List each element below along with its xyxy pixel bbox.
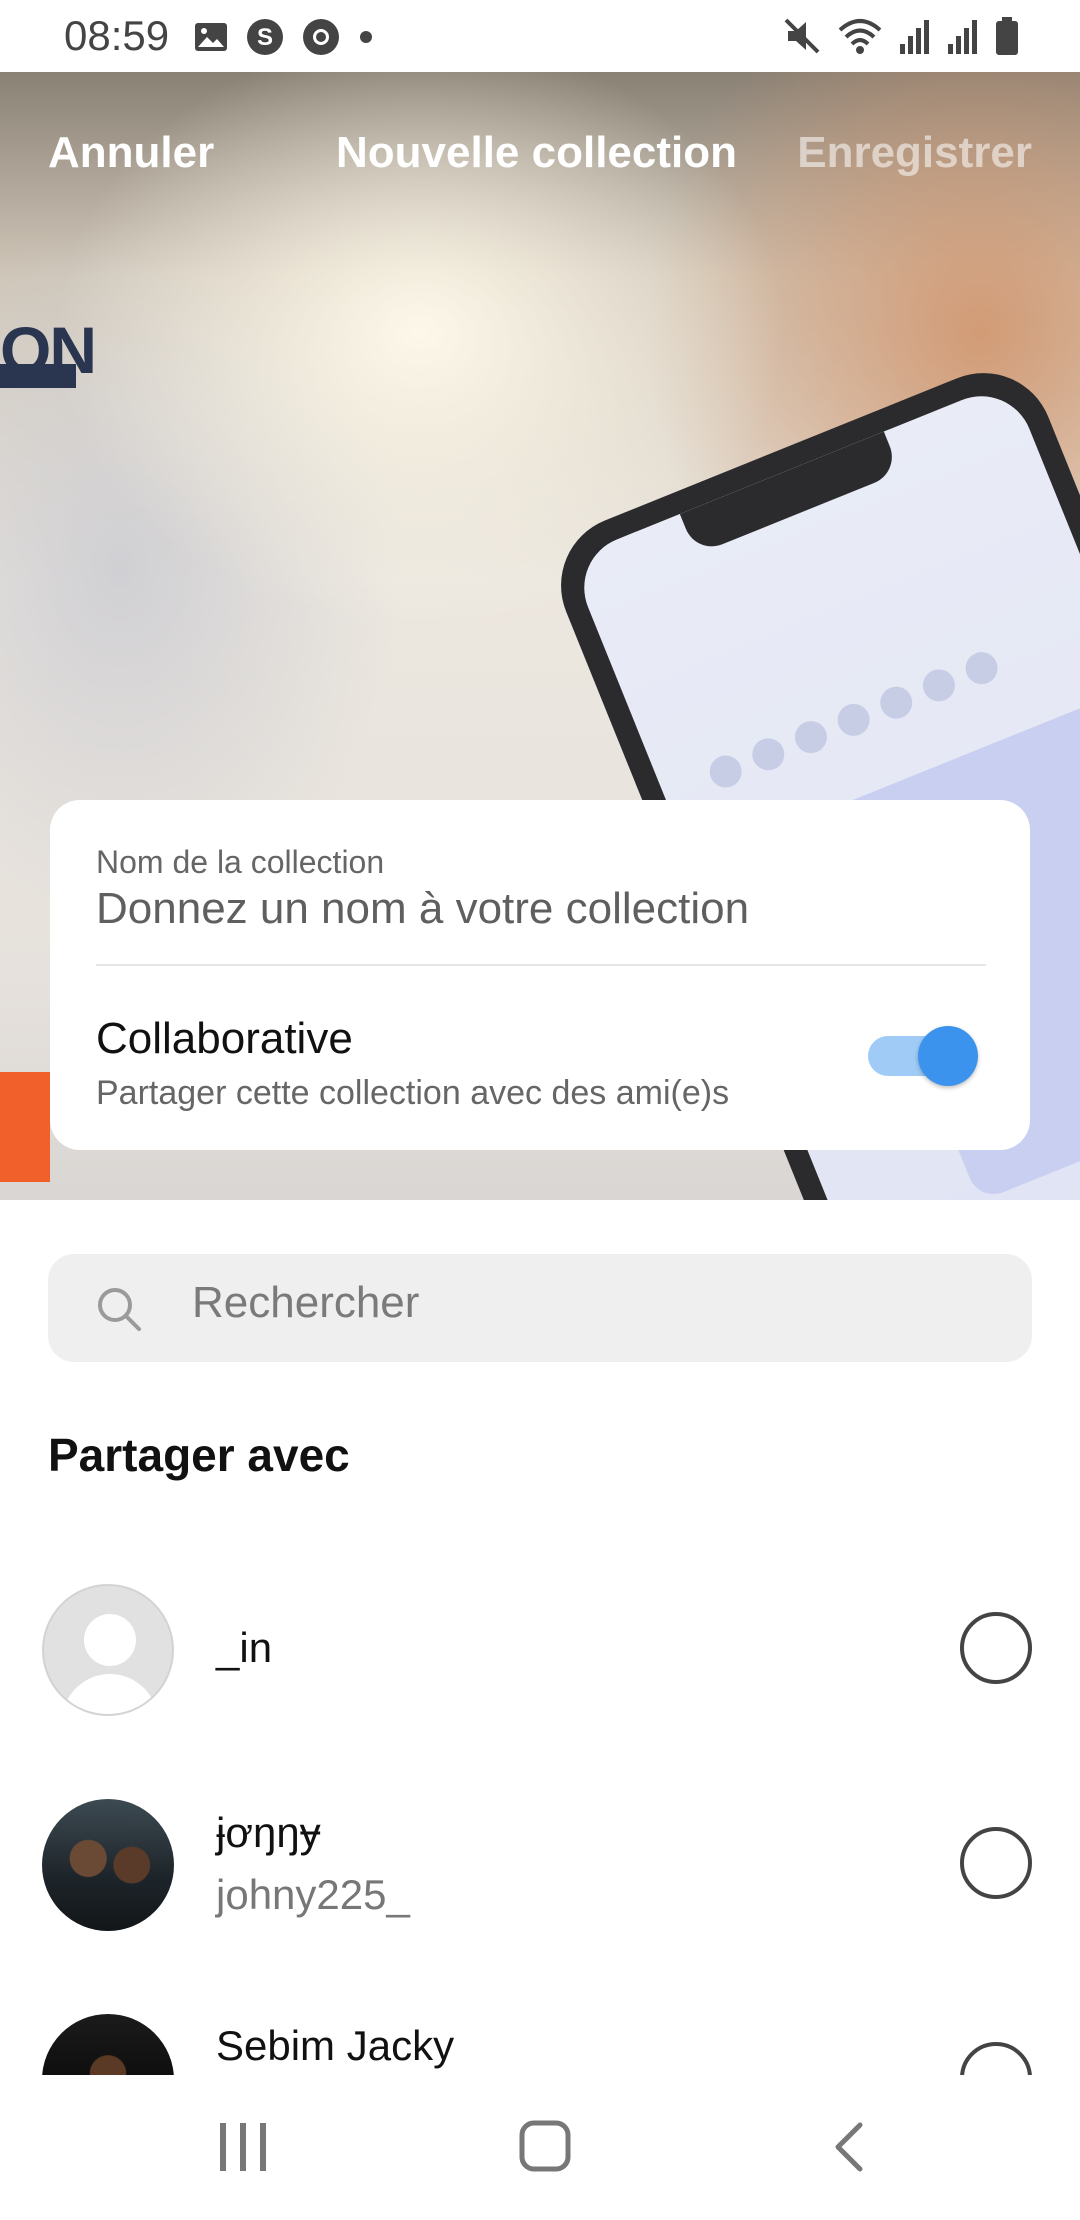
collaborative-subtitle: Partager cette collection avec des ami(e… [96, 1074, 730, 1112]
collaborative-title: Collaborative [96, 1014, 353, 1063]
share-section-title: Partager avec [48, 1429, 350, 1481]
battery-icon [994, 16, 1020, 61]
save-button[interactable]: Enregistrer [797, 128, 1032, 178]
back-icon[interactable] [828, 2119, 868, 2180]
status-right-icons [782, 16, 1020, 61]
collection-form-card: Nom de la collection Collaborative Parta… [50, 800, 1030, 1150]
list-item[interactable]: Sebim Jacky [0, 2002, 1080, 2075]
status-time: 08:59 [64, 12, 170, 59]
s-app-icon: S [246, 18, 284, 61]
signal-icon [946, 16, 980, 61]
mute-icon [782, 16, 822, 61]
divider [96, 964, 986, 966]
wifi-icon [836, 16, 884, 61]
avatar [42, 1799, 174, 1931]
status-left-icons: S [194, 18, 374, 61]
select-radio[interactable] [960, 1827, 1032, 1899]
system-nav-bar [0, 2075, 1080, 2220]
list-item[interactable]: _in [0, 1572, 1080, 1742]
collection-name-label: Nom de la collection [96, 844, 385, 880]
list-item[interactable]: ɉơŋŋɏ johny225_ [0, 1787, 1080, 1957]
cover-decor-orange [0, 1072, 50, 1182]
recent-apps-icon[interactable] [218, 2119, 268, 2180]
search-bar[interactable] [48, 1254, 1032, 1362]
contact-name: Sebim Jacky [216, 2022, 455, 2069]
contact-name: _in [216, 1624, 273, 1671]
svg-text:S: S [257, 24, 273, 51]
image-icon [194, 22, 228, 57]
select-radio[interactable] [960, 2042, 1032, 2075]
search-icon [94, 1284, 144, 1339]
chrome-icon [302, 18, 340, 61]
avatar [42, 2014, 174, 2075]
page-title: Nouvelle collection [336, 128, 737, 177]
toggle-knob [918, 1026, 978, 1086]
collaborative-toggle[interactable] [868, 1024, 978, 1086]
contact-name: ɉơŋŋɏ [216, 1809, 321, 1856]
dot-icon [358, 29, 374, 50]
contacts-list: _in ɉơŋŋɏ johny225_ Sebim Jacky [0, 1560, 1080, 2075]
header-bar: Annuler Nouvelle collection Enregistrer [0, 110, 1080, 200]
cancel-button[interactable]: Annuler [48, 128, 214, 178]
signal-icon [898, 16, 932, 61]
home-icon[interactable] [518, 2119, 574, 2180]
cover-logo-sub [0, 364, 76, 388]
avatar [42, 1584, 174, 1716]
status-bar: 08:59 S [0, 0, 1080, 72]
search-input[interactable] [192, 1278, 992, 1328]
contact-handle: johny225_ [216, 1871, 410, 1918]
collection-name-input[interactable] [96, 884, 986, 934]
select-radio[interactable] [960, 1612, 1032, 1684]
